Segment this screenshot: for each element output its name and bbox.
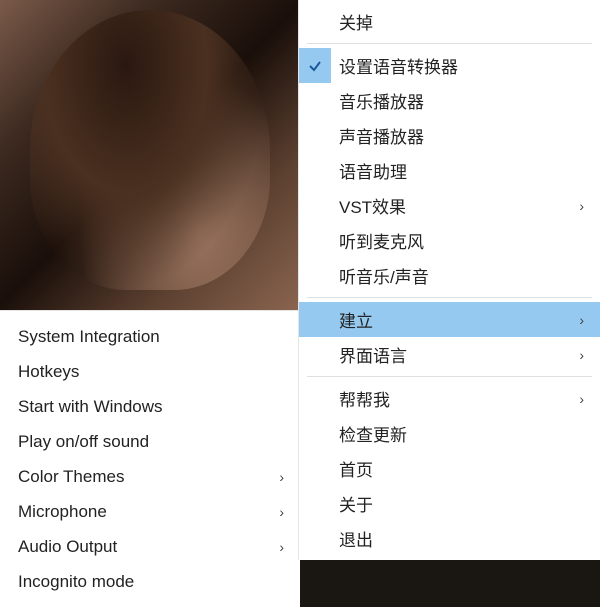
menu-item-label: 建立: [339, 307, 579, 332]
right-menu-item-12[interactable]: 首页: [299, 451, 600, 486]
right-menu-item-6[interactable]: 听到麦克风: [299, 223, 600, 258]
right-menu-item-9[interactable]: 界面语言›: [299, 337, 600, 372]
menu-item-label: 设置语音转换器: [339, 53, 586, 78]
right-menu-item-0[interactable]: 关掉: [299, 4, 600, 39]
left-menu-item-2[interactable]: Start with Windows: [0, 389, 300, 424]
right-menu-item-13[interactable]: 关于: [299, 486, 600, 521]
right-menu-item-1[interactable]: 设置语音转换器: [299, 48, 600, 83]
left-menu-item-4[interactable]: Color Themes›: [0, 459, 300, 494]
menu-item-label: Incognito mode: [18, 572, 286, 592]
left-menu-item-1[interactable]: Hotkeys: [0, 354, 300, 389]
menu-item-label: Audio Output: [18, 537, 279, 557]
right-menu-item-4[interactable]: 语音助理: [299, 153, 600, 188]
left-menu-item-7[interactable]: Incognito mode: [0, 564, 300, 599]
chevron-right-icon: ›: [279, 539, 284, 555]
menu-item-label: 语音助理: [339, 158, 586, 183]
menu-item-label: 关掉: [339, 9, 586, 34]
menu-item-label: 关于: [339, 491, 586, 516]
menu-item-label: Start with Windows: [18, 397, 286, 417]
left-context-menu: System Integration Hotkeys Start with Wind…: [0, 310, 300, 607]
right-menu-item-10[interactable]: 帮帮我›: [299, 381, 600, 416]
left-menu-item-0[interactable]: System Integration: [0, 319, 300, 354]
chevron-right-icon: ›: [279, 504, 284, 520]
menu-item-label: System Integration: [18, 327, 286, 347]
right-context-menu: 关掉设置语音转换器音乐播放器声音播放器语音助理VST效果›听到麦克风听音乐/声音…: [298, 0, 600, 560]
chevron-right-icon: ›: [579, 312, 584, 328]
right-menu-item-3[interactable]: 声音播放器: [299, 118, 600, 153]
menu-item-label: Play on/off sound: [18, 432, 286, 452]
menu-item-label: VST效果: [339, 193, 579, 218]
menu-item-label: 听音乐/声音: [339, 263, 586, 288]
right-menu-item-14[interactable]: 退出: [299, 521, 600, 556]
right-menu-item-11[interactable]: 检查更新: [299, 416, 600, 451]
menu-item-label: 首页: [339, 456, 586, 481]
right-menu-item-7[interactable]: 听音乐/声音: [299, 258, 600, 293]
chevron-right-icon: ›: [579, 198, 584, 214]
right-menu-item-5[interactable]: VST效果›: [299, 188, 600, 223]
menu-separator: [307, 297, 592, 298]
menu-item-label: Hotkeys: [18, 362, 286, 382]
menu-item-label: 音乐播放器: [339, 88, 586, 113]
background-image: [0, 0, 300, 310]
menu-item-label: 听到麦克风: [339, 228, 586, 253]
left-menu-item-6[interactable]: Audio Output›: [0, 529, 300, 564]
right-menu-item-8[interactable]: 建立›: [299, 302, 600, 337]
menu-item-label: 声音播放器: [339, 123, 586, 148]
menu-item-label: Microphone: [18, 502, 279, 522]
menu-item-label: 界面语言: [339, 342, 579, 367]
chevron-right-icon: ›: [279, 469, 284, 485]
chevron-right-icon: ›: [579, 391, 584, 407]
menu-separator: [307, 376, 592, 377]
menu-item-label: Color Themes: [18, 467, 279, 487]
menu-separator: [307, 43, 592, 44]
chevron-right-icon: ›: [579, 347, 584, 363]
menu-item-label: 检查更新: [339, 421, 586, 446]
menu-item-label: 帮帮我: [339, 386, 579, 411]
right-menu-item-2[interactable]: 音乐播放器: [299, 83, 600, 118]
check-icon: [299, 48, 331, 83]
left-menu-item-5[interactable]: Microphone›: [0, 494, 300, 529]
left-menu-item-3[interactable]: Play on/off sound: [0, 424, 300, 459]
menu-item-label: 退出: [339, 526, 586, 551]
